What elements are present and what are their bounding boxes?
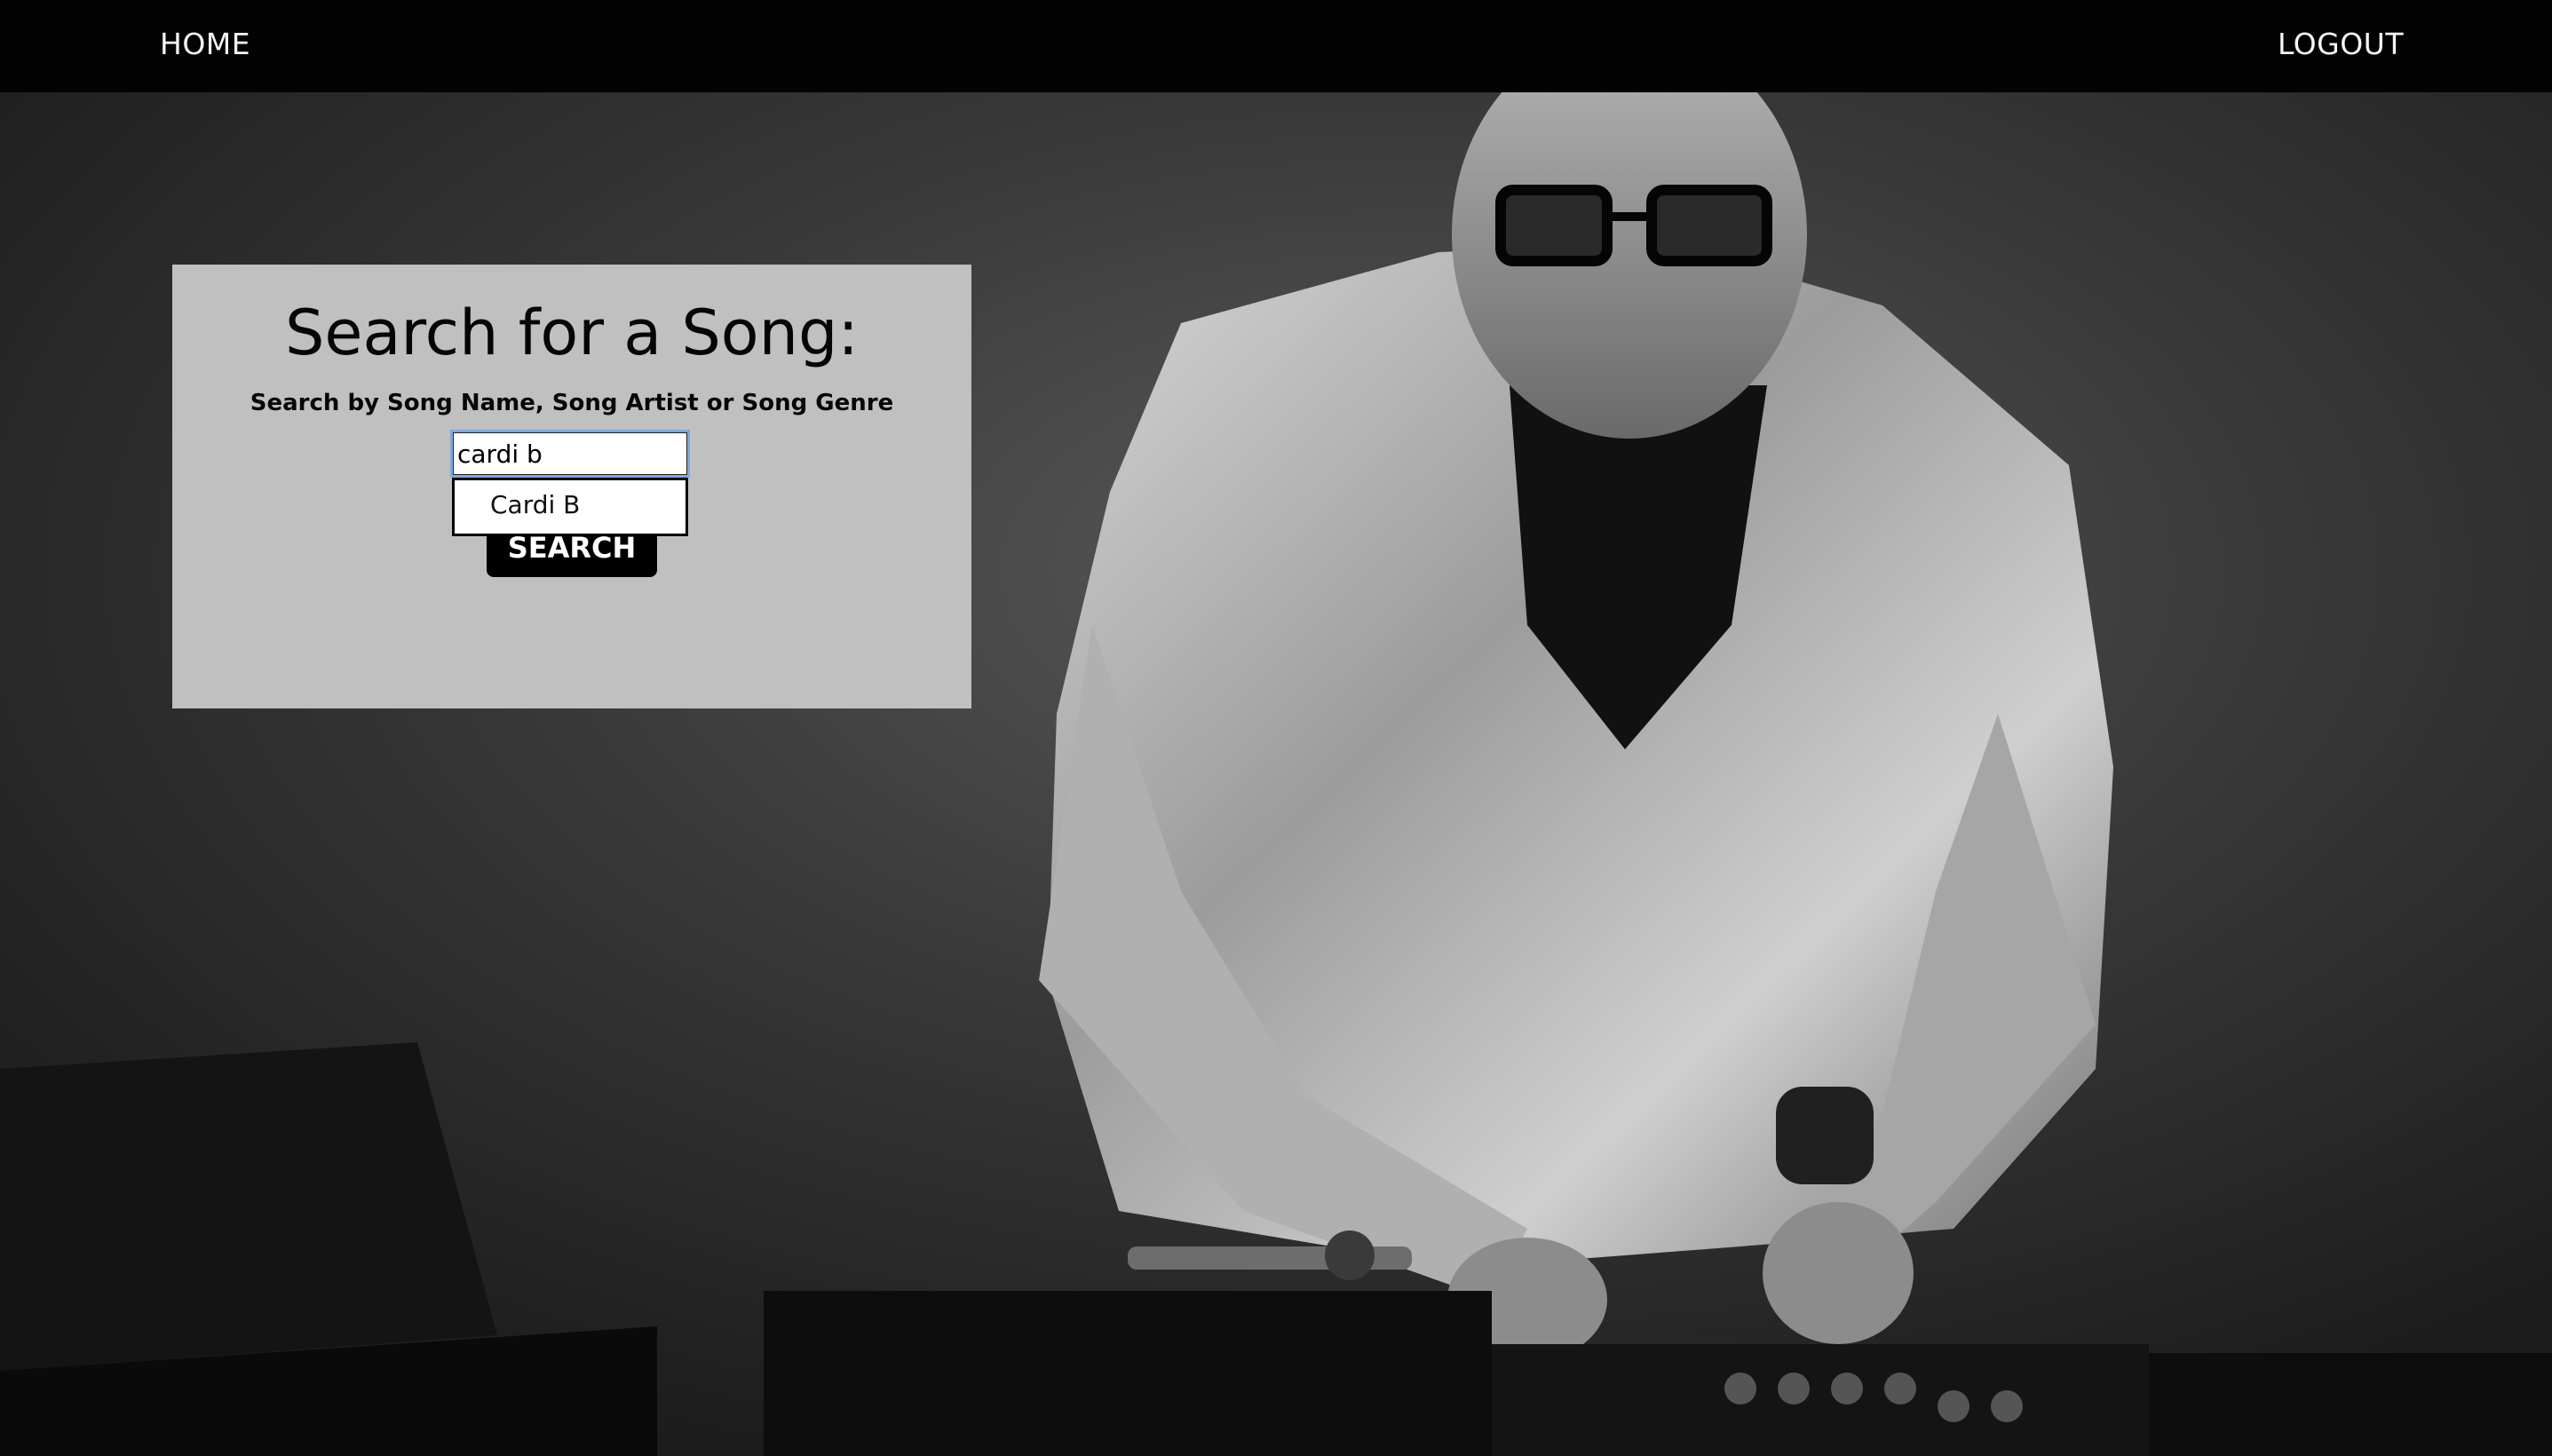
autocomplete-suggestion[interactable]: Cardi B <box>490 487 580 523</box>
home-link[interactable]: HOME <box>160 23 250 66</box>
search-title: Search for a Song: <box>284 297 860 369</box>
autocomplete-dropdown: Cardi B <box>452 478 688 536</box>
top-navbar: HOME LOGOUT <box>0 0 2552 92</box>
logout-link[interactable]: LOGOUT <box>2278 23 2404 66</box>
search-subtitle: Search by Song Name, Song Artist or Song… <box>250 390 894 416</box>
search-input[interactable] <box>450 430 690 478</box>
search-panel: Search for a Song: Search by Song Name, … <box>172 265 971 708</box>
